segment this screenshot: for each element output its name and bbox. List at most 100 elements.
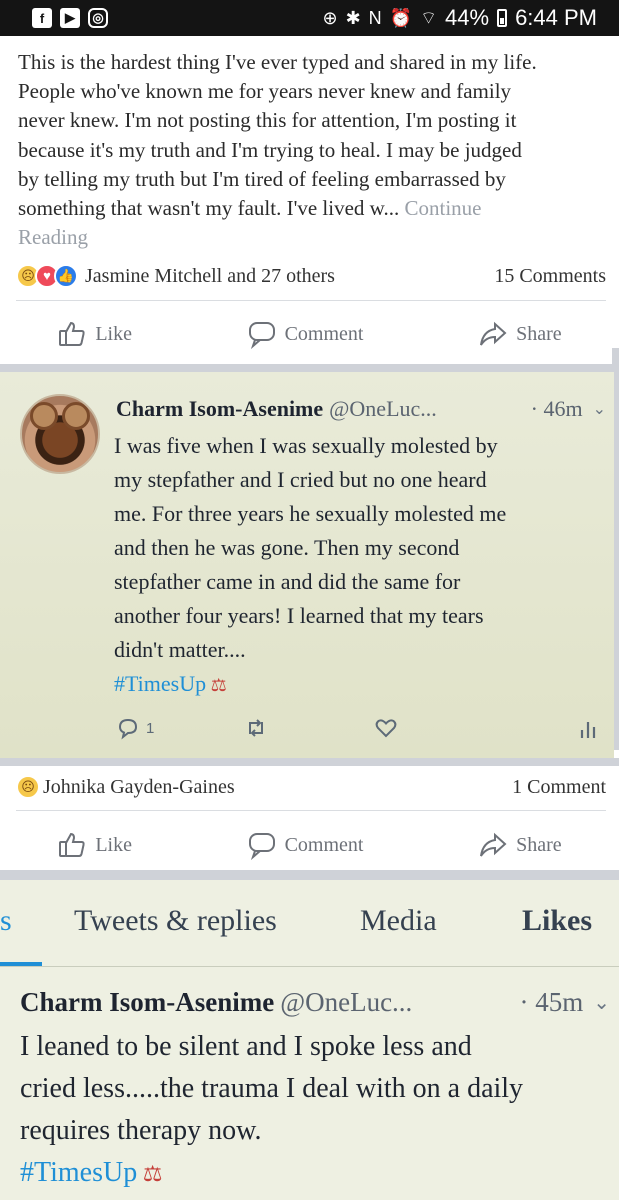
post-separator <box>0 758 619 766</box>
comment-label: Comment <box>284 833 364 856</box>
reaction-group[interactable]: ☹ Johnika Gayden-Gaines <box>16 775 235 799</box>
youtube-app-icon: ▶ <box>60 8 80 28</box>
tweet-body: I leaned to be silent and I spoke less a… <box>20 1026 615 1195</box>
comment-icon <box>248 322 275 349</box>
status-system-icons: ⊕ ✱ N ⏰ ⌔ 44% 6:44 PM <box>322 5 597 31</box>
data-saver-icon: ⊕ <box>322 7 338 28</box>
tweet-author-name: Charm Isom-Asenime <box>116 396 324 421</box>
wifi-signal-icon: ⌔ <box>420 7 438 28</box>
nfc-icon: N <box>368 7 382 28</box>
tweet-author-name: Charm Isom-Asenime <box>20 986 275 1017</box>
hashtag-line: #TimesUp ⚖ <box>20 1152 615 1195</box>
thumbs-up-icon <box>59 321 85 346</box>
hashtag-line: #TimesUp ⚖ <box>114 667 604 702</box>
continue-reading-link-2[interactable]: Reading <box>18 223 608 252</box>
status-app-icons: f ▶ ◎ <box>32 8 108 28</box>
divider <box>16 300 606 301</box>
tweet-screenshot-1: Charm Isom-Asenime @OneLuc... · 46m ⌄ I … <box>0 372 614 758</box>
hashtag: #TimesUp <box>114 671 207 696</box>
share-icon <box>480 321 507 346</box>
tweet-line: cried less.....the trauma I deal with on… <box>20 1073 524 1104</box>
chevron-down-icon: ⌄ <box>593 991 610 1014</box>
tweet-handle: @OneLuc... <box>280 986 413 1017</box>
retweet-icon <box>249 719 263 737</box>
reaction-names[interactable]: Jasmine Mitchell and 27 others <box>85 265 335 288</box>
like-button[interactable]: Like <box>57 830 132 860</box>
hashtag: #TimesUp <box>20 1157 138 1188</box>
reactions-summary-2[interactable]: ☹ Johnika Gayden-Gaines 1 Comment <box>16 772 606 802</box>
reactions-summary[interactable]: ☹ ♥ 👍 Jasmine Mitchell and 27 others 15 … <box>16 261 606 291</box>
tweet-header: Charm Isom-Asenime @OneLuc... · 46m ⌄ <box>116 394 606 424</box>
tab-media[interactable]: Media <box>360 904 437 938</box>
comment-label: Comment <box>284 322 364 345</box>
reaction-names[interactable]: Johnika Gayden-Gaines <box>43 776 235 799</box>
tab-tweets-cut[interactable]: s <box>0 904 12 938</box>
analytics-action <box>576 716 600 740</box>
post-line-text: something that wasn't my fault. I've liv… <box>18 196 405 221</box>
battery-percent: 44% <box>445 5 490 30</box>
share-button[interactable]: Share <box>478 830 562 860</box>
tweet-line: me. For three years he sexually molested… <box>114 501 507 526</box>
tweet-time: · 46m <box>530 396 583 421</box>
avatar <box>20 394 100 474</box>
scales-emoji-icon: ⚖ <box>137 1161 163 1186</box>
continue-reading-link[interactable]: Continue <box>404 196 481 220</box>
tweet-line: I was five when I was sexually molested … <box>114 433 498 458</box>
tweet-handle: @OneLuc... <box>329 396 437 421</box>
like-label: Like <box>95 322 132 345</box>
facebook-app-icon: f <box>32 8 52 28</box>
reply-action: 1 <box>116 716 154 740</box>
like-reaction-icon: 👍 <box>54 264 78 288</box>
share-button[interactable]: Share <box>478 319 562 349</box>
post-line: This is the hardest thing I've ever type… <box>18 50 537 74</box>
tab-likes[interactable]: Likes <box>522 904 592 938</box>
analytics-icon <box>580 722 596 738</box>
tweet-line: and then he was gone. Then my second <box>114 535 460 560</box>
tab-tweets-replies[interactable]: Tweets & replies <box>74 904 277 938</box>
post-line-text: by telling my truth but I'm tired of fee… <box>18 166 506 191</box>
tweet-header: Charm Isom-Asenime @OneLuc... · 45m ⌄ <box>20 984 610 1020</box>
post-actions-2: Like Comment Share <box>0 825 619 865</box>
tweet-line: requires therapy now. <box>20 1115 262 1146</box>
tweet-line: another four years! I learned that my te… <box>114 603 484 628</box>
reply-icon <box>118 718 138 740</box>
tweet-body: I was five when I was sexually molested … <box>114 429 604 702</box>
scales-emoji-icon: ⚖ <box>206 675 227 695</box>
post-line: by telling my truth but I'm tired of fee… <box>18 165 608 194</box>
heart-icon <box>375 719 397 738</box>
bluetooth-icon: ✱ <box>345 7 361 28</box>
comment-button[interactable]: Comment <box>247 830 364 860</box>
reply-count: 1 <box>146 719 155 737</box>
status-bar: f ▶ ◎ ⊕ ✱ N ⏰ ⌔ 44% 6:44 PM <box>0 0 619 36</box>
retweet-action <box>244 716 268 740</box>
like-heart-action <box>374 716 398 740</box>
comment-count[interactable]: 1 Comment <box>512 776 606 799</box>
divider <box>16 810 606 811</box>
tweet-time: · 45m <box>519 986 584 1017</box>
post-line: because it's my truth and I'm trying to … <box>18 137 522 162</box>
post-line: something that wasn't my fault. I've liv… <box>18 194 608 223</box>
alarm-icon: ⏰ <box>389 7 413 28</box>
like-label: Like <box>95 833 132 856</box>
comment-count[interactable]: 15 Comments <box>494 265 606 288</box>
post-line: People who've known me for years never k… <box>18 79 512 104</box>
tweet-actions: 1 <box>116 710 600 746</box>
post-separator <box>0 364 619 372</box>
comment-button[interactable]: Comment <box>247 319 364 349</box>
tweet-line: stepfather came in and did the same for <box>114 569 461 594</box>
profile-tab-bar: s Tweets & replies Media Likes <box>0 880 619 966</box>
post-actions: Like Comment Share <box>0 314 619 354</box>
post-separator <box>0 870 619 880</box>
post-line: never knew. I'm not posting this for att… <box>18 108 517 133</box>
chevron-down-icon: ⌄ <box>592 401 606 418</box>
like-button[interactable]: Like <box>57 319 132 349</box>
comment-icon <box>248 833 275 860</box>
share-icon <box>480 832 507 857</box>
instagram-app-icon: ◎ <box>88 8 108 28</box>
sad-reaction-icon: ☹ <box>16 775 40 799</box>
tab-divider <box>0 966 619 967</box>
share-label: Share <box>516 833 562 856</box>
post-text: This is the hardest thing I've ever type… <box>18 48 608 252</box>
battery-icon <box>497 9 508 27</box>
reaction-group[interactable]: ☹ ♥ 👍 Jasmine Mitchell and 27 others <box>16 264 335 288</box>
